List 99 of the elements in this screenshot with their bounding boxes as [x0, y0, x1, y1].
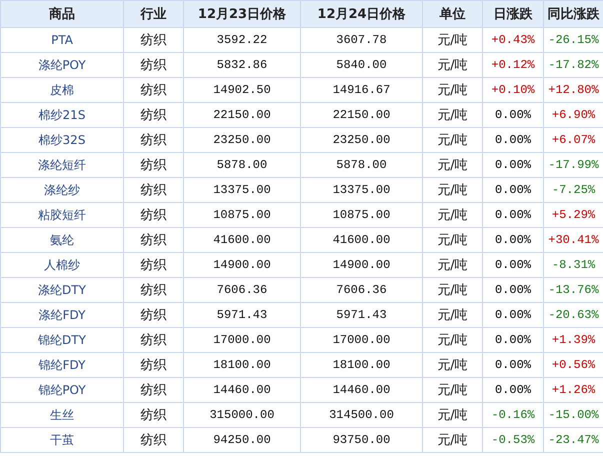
- table-cell: 14900.00: [184, 252, 300, 278]
- table-cell: 14900.00: [300, 252, 422, 278]
- table-cell: 元/吨: [422, 102, 482, 128]
- column-header: 日涨跌: [482, 0, 544, 28]
- table-cell: 23250.00: [184, 128, 300, 152]
- table-cell: 纺织: [124, 102, 184, 128]
- table-cell: 元/吨: [422, 178, 482, 202]
- table-cell: 18100.00: [184, 352, 300, 378]
- table-cell: 元/吨: [422, 352, 482, 378]
- table-cell: 元/吨: [422, 402, 482, 428]
- table-cell: 0.00%: [482, 328, 544, 352]
- table-cell: +0.10%: [482, 78, 544, 102]
- table-cell: 0.00%: [482, 102, 544, 128]
- table-cell: 纺织: [124, 278, 184, 302]
- table-cell: 10875.00: [300, 202, 422, 228]
- table-cell: 0.00%: [482, 152, 544, 178]
- table-cell: 14460.00: [184, 378, 300, 402]
- table-cell: 0.00%: [482, 228, 544, 252]
- product-link[interactable]: 干茧: [50, 432, 74, 446]
- table-cell: 元/吨: [422, 202, 482, 228]
- table-cell: 17000.00: [184, 328, 300, 352]
- column-header: 商品: [0, 0, 124, 28]
- column-header: 行业: [124, 0, 184, 28]
- table-cell: 纺织: [124, 302, 184, 328]
- table-cell: +0.43%: [482, 28, 544, 52]
- table-cell: 22150.00: [184, 102, 300, 128]
- table-cell: 纺织: [124, 428, 184, 452]
- table-cell: 纺织: [124, 378, 184, 402]
- table-cell: 5832.86: [184, 52, 300, 78]
- table-cell: 0.00%: [482, 378, 544, 402]
- table-cell: 13375.00: [300, 178, 422, 202]
- table-cell: 3592.22: [184, 28, 300, 52]
- table-cell: +0.12%: [482, 52, 544, 78]
- product-link[interactable]: 生丝: [50, 408, 74, 422]
- table-cell: 元/吨: [422, 152, 482, 178]
- table-cell: 0.00%: [482, 202, 544, 228]
- table-cell: 41600.00: [300, 228, 422, 252]
- table-cell: 14460.00: [300, 378, 422, 402]
- table-cell: 元/吨: [422, 302, 482, 328]
- table-cell: 元/吨: [422, 252, 482, 278]
- table-cell: 5878.00: [300, 152, 422, 178]
- table-cell: 纺织: [124, 78, 184, 102]
- table-cell: 5971.43: [184, 302, 300, 328]
- product-link[interactable]: 人棉纱: [44, 258, 80, 272]
- table-cell: 41600.00: [184, 228, 300, 252]
- table-cell: 18100.00: [300, 352, 422, 378]
- table-cell: 纺织: [124, 128, 184, 152]
- table-cell: 314500.00: [300, 402, 422, 428]
- table-cell: 纺织: [124, 152, 184, 178]
- product-link[interactable]: PTA: [51, 33, 73, 47]
- table-cell: 5878.00: [184, 152, 300, 178]
- table-cell: 0.00%: [482, 278, 544, 302]
- table-cell: 纺织: [124, 402, 184, 428]
- table-cell: 10875.00: [184, 202, 300, 228]
- table-cell: -0.16%: [482, 402, 544, 428]
- table-cell: 93750.00: [300, 428, 422, 452]
- table-cell: 0.00%: [482, 352, 544, 378]
- table-cell: 7606.36: [184, 278, 300, 302]
- table-cell: 纺织: [124, 178, 184, 202]
- table-cell: 纺织: [124, 202, 184, 228]
- product-link[interactable]: 涤纶纱: [44, 182, 80, 196]
- table-cell: -0.53%: [482, 428, 544, 452]
- product-link[interactable]: 氨纶: [50, 232, 74, 246]
- table-cell: 14916.67: [300, 78, 422, 102]
- table-cell: 23250.00: [300, 128, 422, 152]
- table-cell: 纺织: [124, 328, 184, 352]
- table-cell: 纺织: [124, 352, 184, 378]
- table-cell: 315000.00: [184, 402, 300, 428]
- table-cell: 5971.43: [300, 302, 422, 328]
- table-cell: 元/吨: [422, 328, 482, 352]
- table-cell: 元/吨: [422, 378, 482, 402]
- table-cell: 0.00%: [482, 128, 544, 152]
- table-cell: 0.00%: [482, 302, 544, 328]
- column-header: 12月24日价格: [300, 0, 422, 28]
- table-cell: 14902.50: [184, 78, 300, 102]
- table-cell: 94250.00: [184, 428, 300, 452]
- table-cell: 元/吨: [422, 78, 482, 102]
- table-cell: 纺织: [124, 52, 184, 78]
- table-cell: 7606.36: [300, 278, 422, 302]
- product-link[interactable]: 皮棉: [50, 82, 74, 96]
- table-cell: 纺织: [124, 28, 184, 52]
- table-cell: 元/吨: [422, 52, 482, 78]
- table-cell: 0.00%: [482, 252, 544, 278]
- column-header: 单位: [422, 0, 482, 28]
- table-cell: 元/吨: [422, 428, 482, 452]
- table-cell: 纺织: [124, 228, 184, 252]
- table-cell: 元/吨: [422, 28, 482, 52]
- table-cell: 元/吨: [422, 228, 482, 252]
- column-header: 12月23日价格: [184, 0, 300, 28]
- table-cell: 元/吨: [422, 278, 482, 302]
- column-header: 同比涨跌: [544, 0, 603, 28]
- table-cell: 22150.00: [300, 102, 422, 128]
- table-cell: 17000.00: [300, 328, 422, 352]
- table-cell: 5840.00: [300, 52, 422, 78]
- table-cell: 13375.00: [184, 178, 300, 202]
- table-cell: 元/吨: [422, 128, 482, 152]
- table-cell: 3607.78: [300, 28, 422, 52]
- table-cell: 纺织: [124, 252, 184, 278]
- table-cell: 0.00%: [482, 178, 544, 202]
